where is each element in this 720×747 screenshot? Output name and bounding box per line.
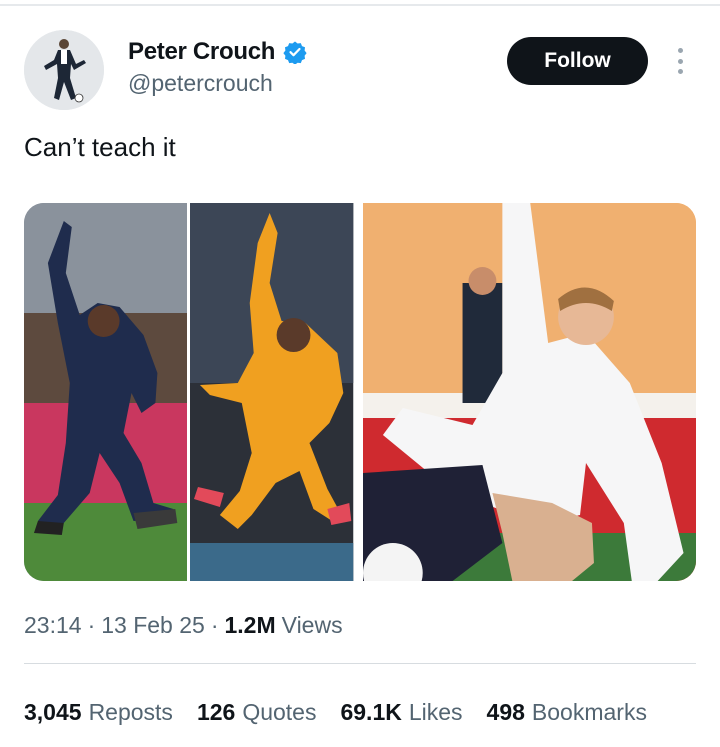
- tweet-text: Can’t teach it: [24, 132, 176, 162]
- likes-stat[interactable]: 69.1K Likes: [340, 699, 462, 726]
- follow-button[interactable]: Follow: [507, 37, 648, 85]
- quotes-count: 126: [196, 699, 236, 725]
- engagement-stats: 3,045 Reposts 126 Quotes 69.1K Likes 498…: [24, 699, 647, 726]
- avatar[interactable]: [24, 30, 104, 110]
- bookmarks-label: Bookmarks: [531, 699, 647, 725]
- reposts-stat[interactable]: 3,045 Reposts: [24, 699, 173, 726]
- author-name[interactable]: Peter Crouch: [128, 38, 275, 66]
- views-count: 1.2M: [224, 612, 276, 638]
- likes-label: Likes: [408, 699, 463, 725]
- avatar-image: [24, 30, 104, 110]
- tweet-metadata: 23:14 · 13 Feb 25 · 1.2M Views: [24, 612, 343, 639]
- views-label: Views: [281, 612, 343, 638]
- photo-mbappe-orange[interactable]: [190, 203, 354, 581]
- photo-crouch-england[interactable]: [362, 203, 696, 581]
- top-divider: [0, 4, 720, 6]
- more-options-icon[interactable]: [670, 44, 690, 78]
- tweet-date[interactable]: 13 Feb 25: [101, 612, 205, 639]
- author-name-row[interactable]: Peter Crouch: [128, 38, 307, 66]
- verified-badge-icon: [283, 41, 307, 64]
- quotes-stat[interactable]: 126 Quotes: [197, 699, 317, 726]
- tweet-time[interactable]: 23:14: [24, 612, 82, 639]
- quotes-label: Quotes: [242, 699, 317, 725]
- photo-mbappe-france[interactable]: [24, 203, 188, 581]
- author-handle[interactable]: @petercrouch: [128, 70, 273, 97]
- meta-separator: ·: [87, 612, 96, 638]
- reposts-label: Reposts: [88, 699, 173, 725]
- meta-separator: ·: [210, 612, 219, 638]
- reposts-count: 3,045: [24, 699, 82, 725]
- bookmarks-stat[interactable]: 498 Bookmarks: [487, 699, 647, 726]
- media-grid[interactable]: [24, 203, 696, 581]
- likes-count: 69.1K: [340, 699, 402, 725]
- bookmarks-count: 498: [486, 699, 525, 725]
- stats-divider: [24, 663, 696, 664]
